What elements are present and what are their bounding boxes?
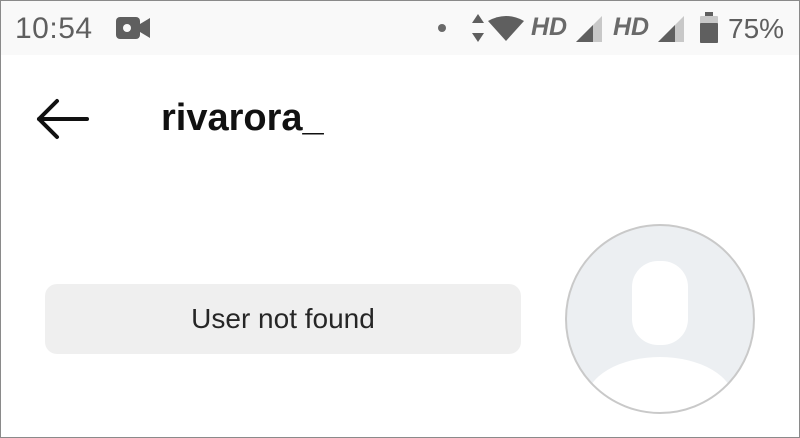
screen: 10:54 HD HD 75% rivarora_ User not found — [0, 0, 800, 438]
header: rivarora_ — [1, 55, 799, 175]
battery-percent: 75% — [728, 13, 785, 44]
network-type-label: HD — [531, 13, 568, 41]
status-time: 10:54 — [15, 12, 93, 45]
data-transfer-icon — [472, 14, 484, 42]
signal-icon-2 — [658, 16, 684, 42]
battery-icon — [700, 12, 718, 43]
profile-username: rivarora_ — [161, 97, 324, 139]
signal-icon — [576, 16, 602, 42]
notification-dot-icon — [438, 24, 446, 32]
arrow-left-icon — [37, 99, 89, 139]
network-type-label-2: HD — [613, 13, 650, 41]
video-camera-icon — [116, 17, 150, 39]
user-not-found-message: User not found — [45, 284, 521, 354]
status-bar: 10:54 HD HD 75% — [1, 1, 799, 55]
wifi-icon — [488, 16, 524, 41]
default-profile-avatar-icon — [565, 224, 755, 414]
user-not-found-text: User not found — [191, 303, 375, 334]
back-button[interactable] — [29, 91, 95, 147]
avatar — [564, 223, 756, 415]
